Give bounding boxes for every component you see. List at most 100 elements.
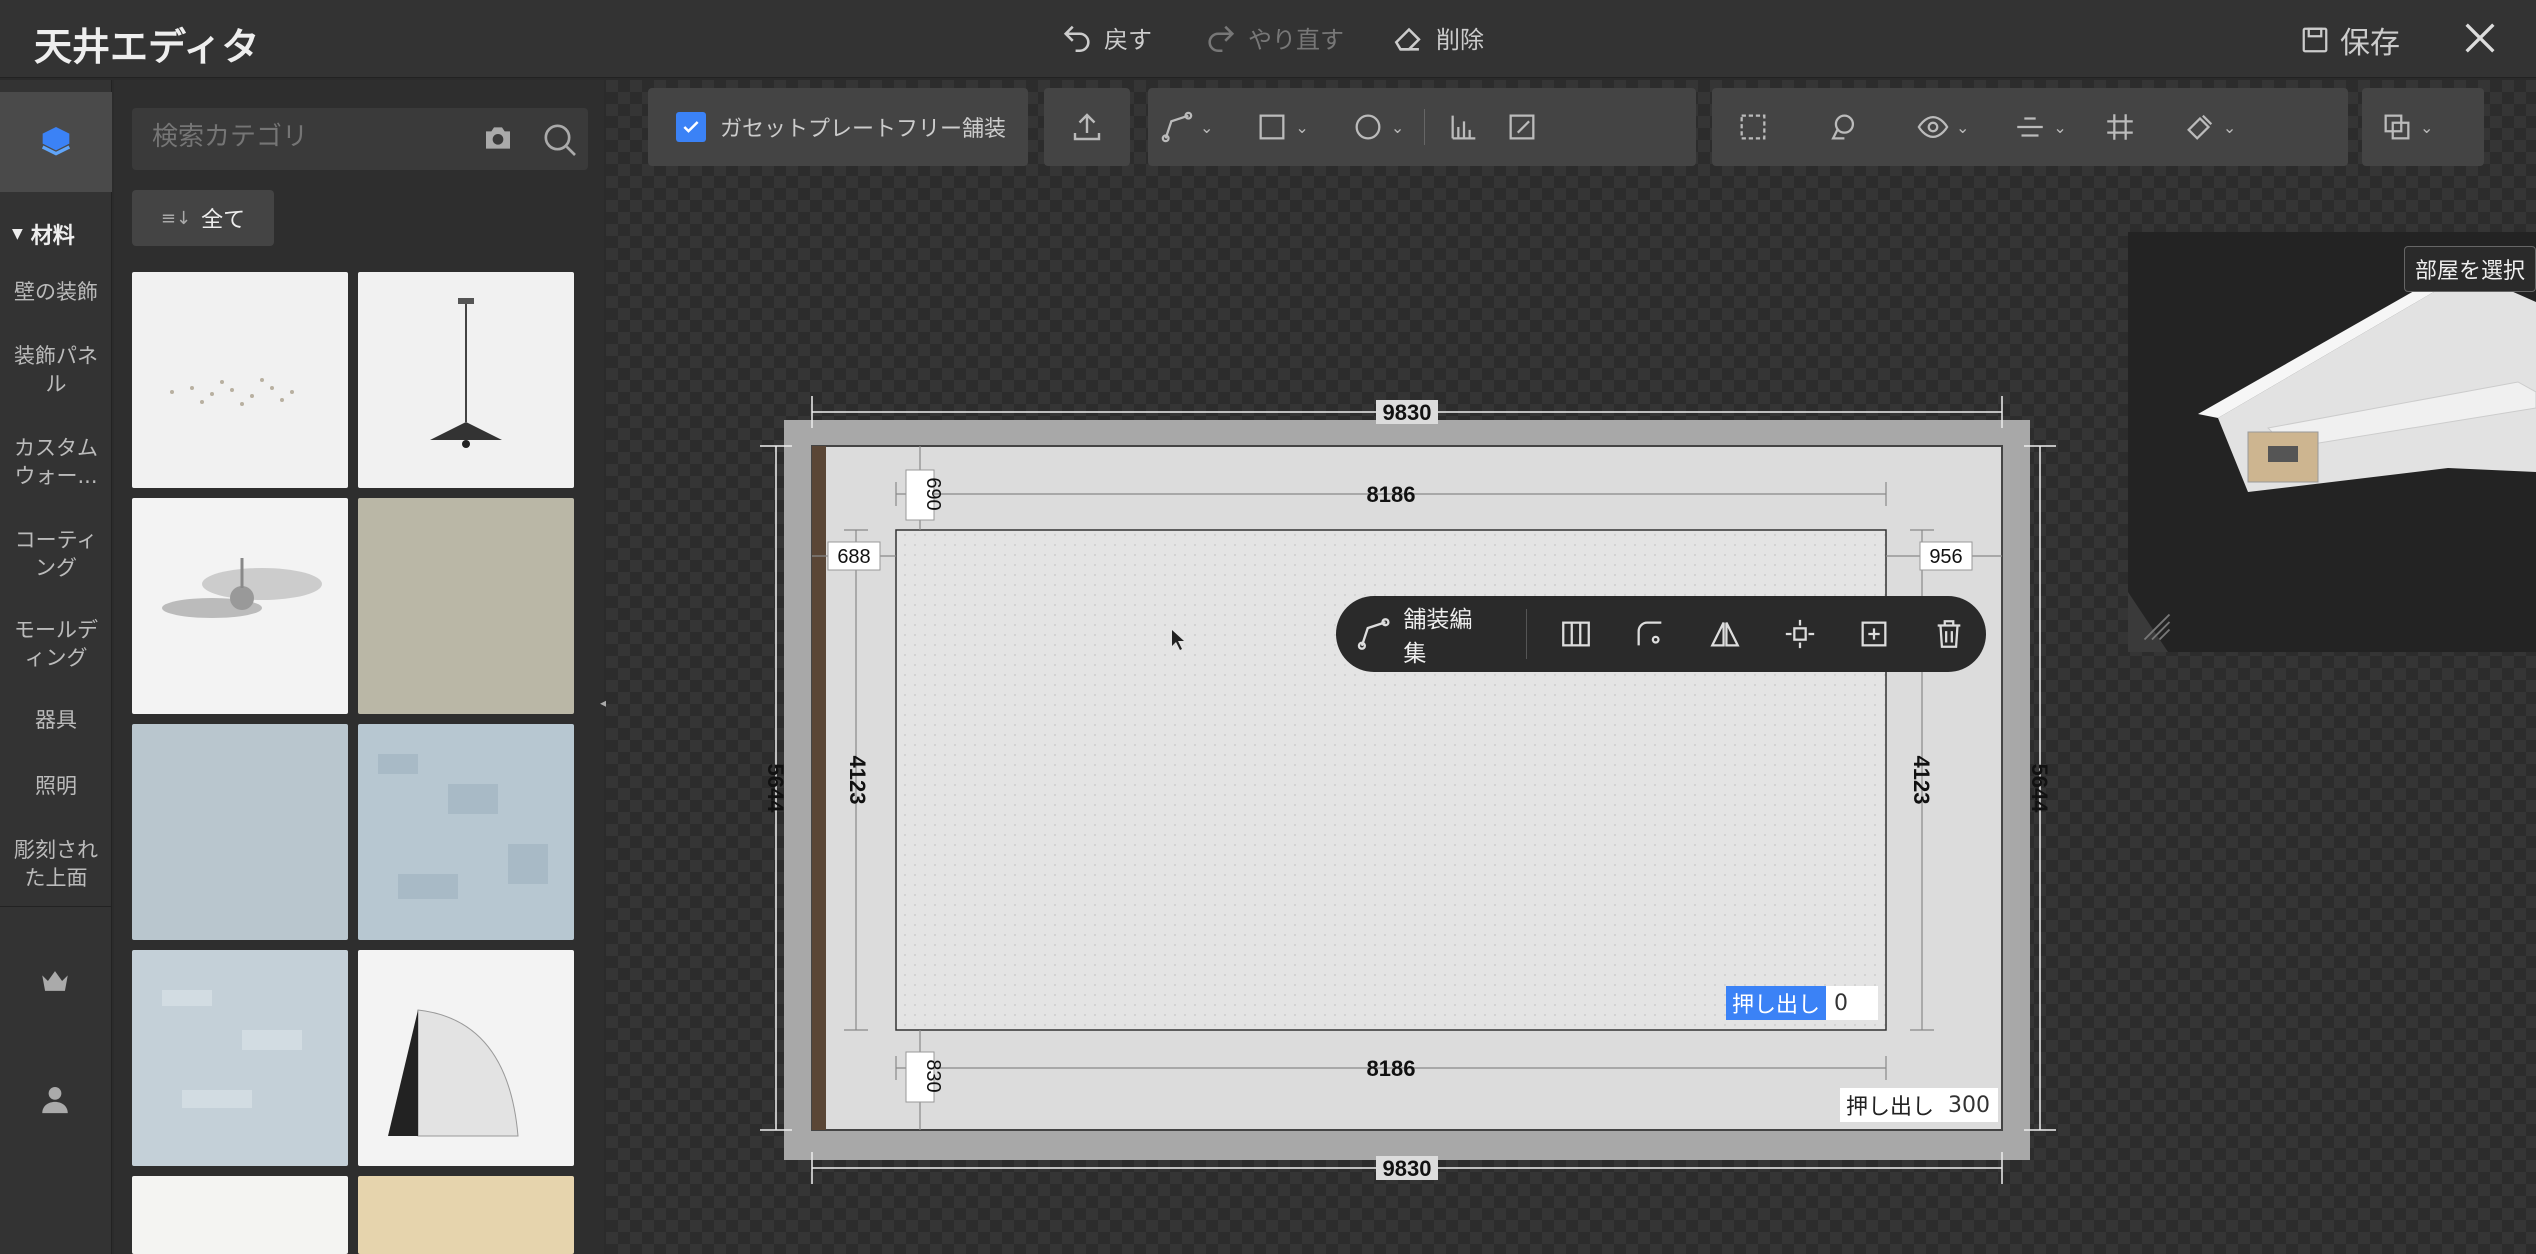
move-icon: [1785, 619, 1814, 649]
search-input[interactable]: [152, 122, 452, 152]
user-icon[interactable]: [38, 1082, 72, 1116]
upload-icon: [1073, 113, 1101, 141]
sidebar-item-custom-wall[interactable]: カスタムウォー...: [0, 434, 112, 490]
save-label: 保存: [2340, 26, 2400, 61]
room-select-button[interactable]: 部屋を選択: [2404, 246, 2536, 292]
material-tile[interactable]: [132, 498, 348, 714]
export-button[interactable]: [1044, 88, 1130, 166]
material-tile[interactable]: [358, 498, 574, 714]
materials-heading-label: 材料: [30, 224, 75, 249]
copy-button[interactable]: [2368, 88, 2426, 166]
gasket-toggle[interactable]: ガセットプレートフリー舗装: [648, 88, 1028, 166]
eye-icon: [1917, 115, 1949, 139]
edit-shape-button[interactable]: [1493, 88, 1551, 166]
toolbar-divider: [1525, 609, 1527, 659]
mirror-icon: [1710, 622, 1740, 647]
extrude-outer-field[interactable]: 押し出し 300: [1840, 1088, 1999, 1122]
close-icon[interactable]: [2460, 18, 2500, 58]
resize-corner-icon[interactable]: [2142, 612, 2172, 642]
crown-icon[interactable]: [38, 964, 72, 998]
select-area-icon: [1740, 114, 1766, 140]
cube-icon: [41, 127, 71, 156]
grid-icon: [2107, 114, 2133, 140]
extrude-inner-value[interactable]: 0: [1826, 986, 1879, 1020]
caret-down-icon: ▼: [12, 226, 23, 242]
pen-tool-button[interactable]: [1148, 88, 1206, 166]
draw-tools-group: ⌄ ⌄ ⌄: [1148, 88, 1696, 166]
material-tile[interactable]: [358, 272, 574, 488]
extrude-outer-value[interactable]: 300: [1940, 1088, 1999, 1122]
delete-button[interactable]: 削除: [1392, 20, 1484, 55]
select-area-button[interactable]: [1724, 88, 1782, 166]
material-tile[interactable]: [132, 272, 348, 488]
left-sidebar: ▼ 材料 壁の装飾 装飾パネル カスタムウォー... コーティング モールディン…: [0, 80, 112, 1254]
view-tools-group: ⌄ ⌄ ⌄: [1712, 88, 2348, 166]
mirror-button[interactable]: [1688, 596, 1763, 672]
visibility-button[interactable]: [1904, 88, 1962, 166]
gasket-checkbox[interactable]: [676, 112, 706, 142]
paint-icon: [2186, 114, 2212, 140]
material-tile[interactable]: [358, 950, 574, 1166]
filter-all-label: 全て: [201, 208, 246, 233]
extrude-inner-label: 押し出し: [1726, 986, 1827, 1020]
add-box-icon: [1861, 621, 1887, 647]
circle-tool-button[interactable]: [1339, 88, 1397, 166]
sidebar-item-wall-decor[interactable]: 壁の装飾: [0, 278, 112, 306]
sidebar-item-coating[interactable]: コーティング: [0, 526, 112, 582]
copy-icon: [2384, 114, 2410, 140]
material-tile[interactable]: [132, 724, 348, 940]
measure-tool-button[interactable]: [1435, 88, 1493, 166]
3d-preview[interactable]: [2128, 232, 2536, 652]
align-icon: [2017, 117, 2044, 137]
rectangle-tool-button[interactable]: [1243, 88, 1301, 166]
sidebar-item-deco-panel[interactable]: 装飾パネル: [0, 342, 112, 398]
split-button[interactable]: [1539, 596, 1614, 672]
split-icon: [1561, 621, 1590, 647]
paving-edit-label[interactable]: 舗装編集: [1403, 600, 1493, 668]
ceiling-fan-thumbnail: [162, 558, 322, 618]
filter-all-button[interactable]: ≡↓ 全て: [132, 190, 274, 246]
sort-icon: ≡↓: [160, 207, 192, 229]
save-button[interactable]: 保存: [2300, 18, 2400, 62]
undo-button[interactable]: 戻す: [1060, 20, 1152, 55]
move-button[interactable]: [1762, 596, 1837, 672]
material-tile[interactable]: [132, 1176, 348, 1254]
add-button[interactable]: [1837, 596, 1912, 672]
sidebar-item-molding[interactable]: モールディング: [0, 616, 112, 672]
align-button[interactable]: [2001, 88, 2059, 166]
rectangle-icon: [1259, 114, 1285, 140]
lasso-button[interactable]: [1814, 88, 1872, 166]
pendant-lamp-thumbnail: [430, 298, 502, 448]
extrude-inner-field[interactable]: 押し出し 0: [1726, 986, 1879, 1020]
sidebar-item-fixtures[interactable]: 器具: [0, 706, 112, 734]
fillet-icon: [1637, 621, 1662, 646]
gasket-label: ガセットプレートフリー舗装: [720, 117, 1007, 142]
catalog-panel: ≡↓ 全て: [114, 80, 700, 1254]
sidebar-item-carved-top[interactable]: 彫刻された上面: [0, 836, 112, 892]
camera-icon[interactable]: [482, 122, 514, 154]
search-icon[interactable]: [540, 120, 580, 160]
grid-button[interactable]: [2091, 88, 2149, 166]
materials-heading[interactable]: ▼ 材料: [12, 218, 75, 250]
title-bar: 天井エディタ 戻す やり直す 削除 保存: [0, 0, 2536, 78]
material-tile[interactable]: [358, 1176, 574, 1254]
pattern-thumbnail: [378, 754, 548, 899]
edit-shape-icon: [1509, 114, 1535, 140]
material-tile[interactable]: [358, 724, 574, 940]
fillet-button[interactable]: [1613, 596, 1688, 672]
redo-label: やり直す: [1248, 26, 1344, 54]
chandelier-thumbnail: [170, 378, 294, 406]
paint-button[interactable]: [2171, 88, 2229, 166]
save-icon: [2302, 27, 2328, 53]
material-tile[interactable]: [132, 950, 348, 1166]
search-box: [132, 108, 588, 170]
measure-icon: [1451, 115, 1476, 140]
trash-icon: [1937, 620, 1961, 648]
sidebar-item-lighting[interactable]: 照明: [0, 772, 112, 800]
material-category-button[interactable]: [0, 92, 112, 192]
toolbar-divider: [1424, 109, 1426, 145]
redo-icon: [1208, 25, 1235, 52]
sidebar-divider: [0, 906, 112, 907]
redo-button[interactable]: やり直す: [1204, 20, 1344, 55]
delete-shape-button[interactable]: [1911, 596, 1986, 672]
